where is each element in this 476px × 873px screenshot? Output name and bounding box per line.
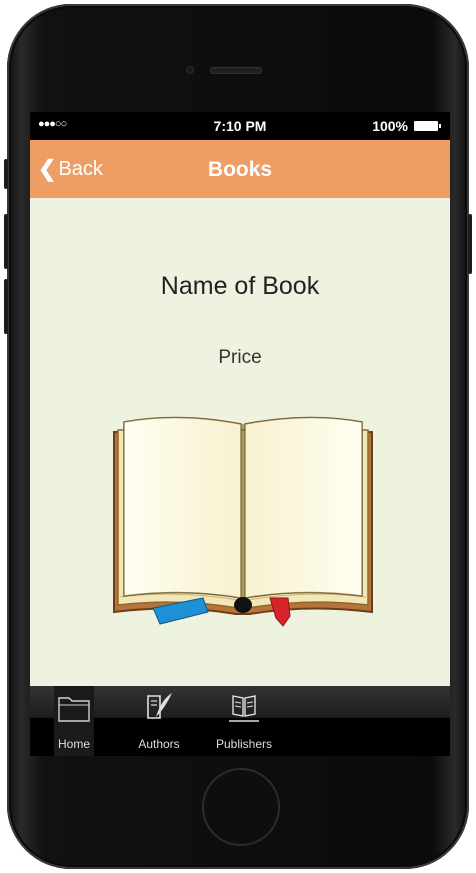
tab-authors[interactable]: Authors: [128, 686, 190, 756]
open-book-image: [113, 416, 373, 627]
earpiece-speaker: [210, 67, 262, 74]
quill-icon: [147, 693, 172, 719]
home-button[interactable]: [202, 768, 280, 846]
page-title: Books: [207, 158, 273, 181]
battery-percentage: 100%: [372, 118, 408, 134]
book-icon: [229, 695, 259, 722]
tab-label-publishers: Publishers: [215, 737, 273, 751]
navigation-bar: ❮ Back Books: [30, 140, 450, 198]
screen: ●●●○○ 7:10 PM 100% ❮ Back Books Name of …: [30, 112, 450, 756]
tab-bar: Home Authors Publishers: [30, 686, 450, 756]
mute-switch: [4, 159, 8, 189]
status-bar: ●●●○○ 7:10 PM 100%: [30, 112, 450, 140]
book-name: Name of Book: [160, 272, 320, 300]
tab-publishers[interactable]: Publishers: [208, 686, 280, 756]
folder-icon: [58, 697, 90, 722]
battery-icon: [414, 121, 441, 131]
tab-label-home: Home: [57, 737, 90, 751]
tab-label-authors: Authors: [138, 737, 180, 751]
volume-down-button: [4, 279, 8, 334]
book-price: Price: [218, 347, 262, 368]
tab-home[interactable]: Home: [54, 686, 94, 756]
power-button: [468, 214, 472, 274]
front-camera: [186, 66, 194, 74]
volume-up-button: [4, 214, 8, 269]
